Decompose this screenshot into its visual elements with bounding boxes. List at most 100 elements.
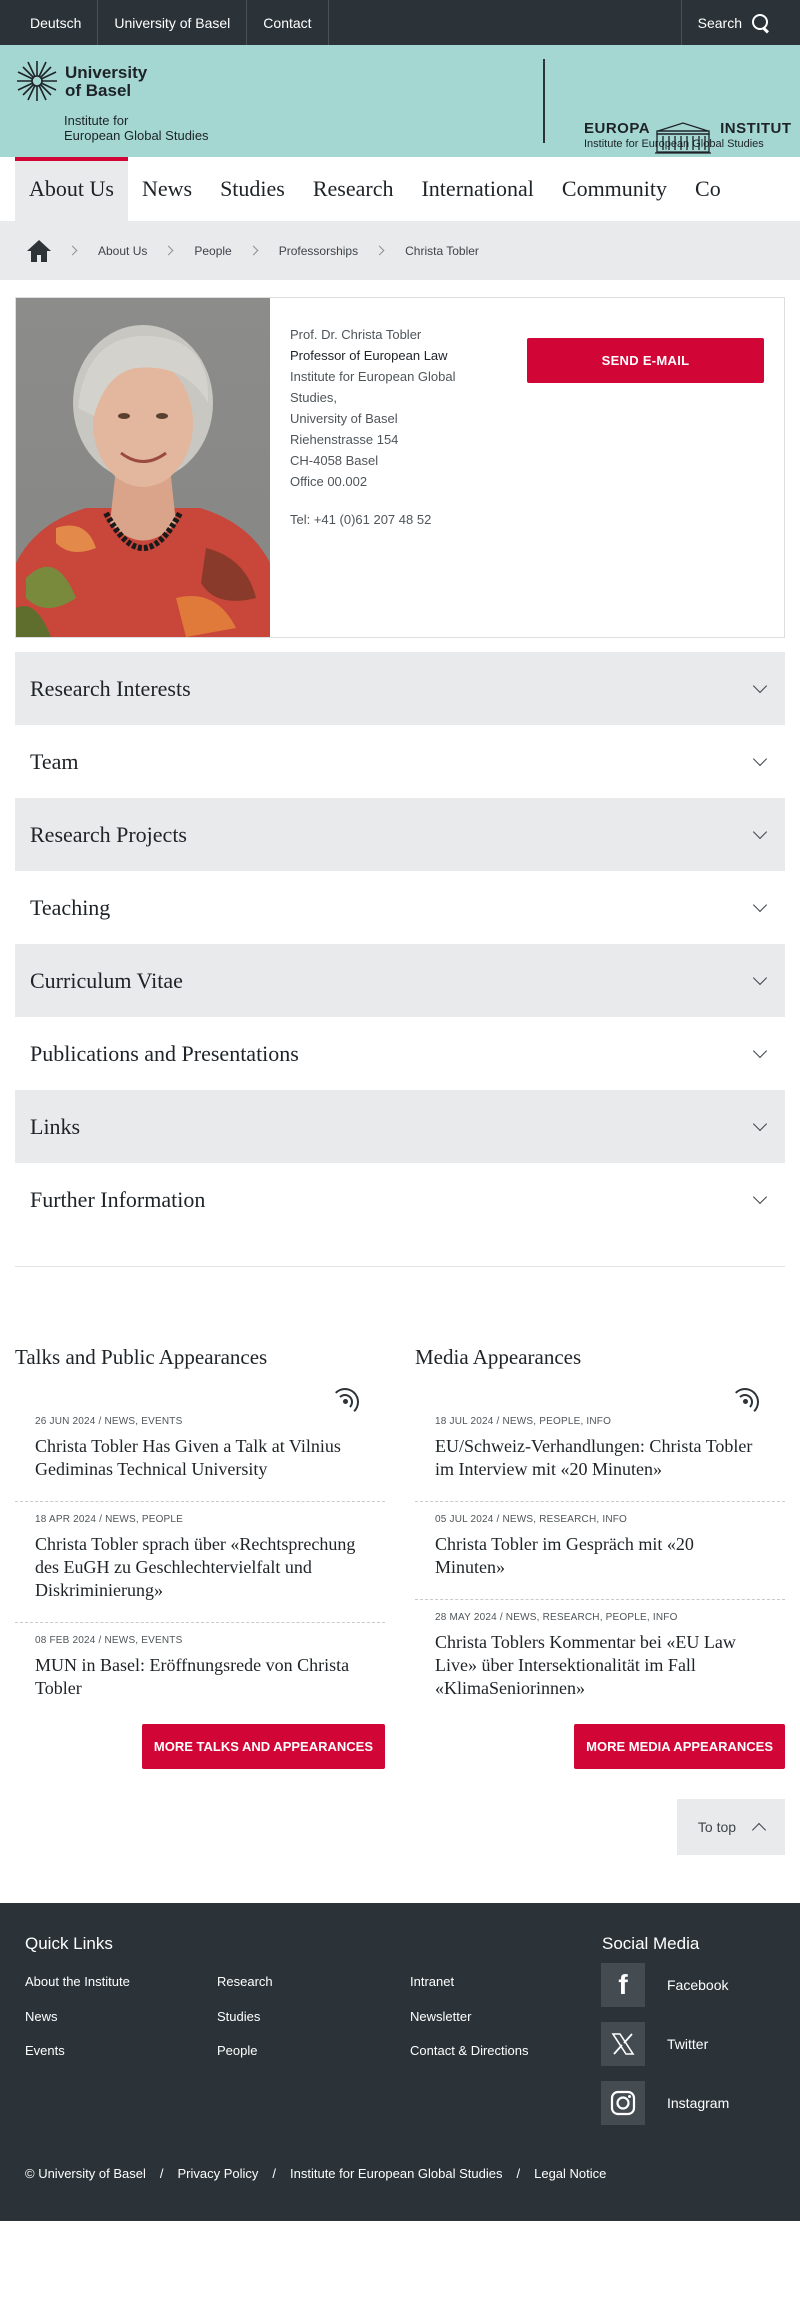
institute-line-2: Studies,: [290, 390, 337, 405]
item-title[interactable]: Christa Tobler im Gespräch mit «20 Minut…: [435, 1533, 765, 1579]
privacy-policy-link[interactable]: Privacy Policy: [177, 2166, 258, 2181]
nav-about-us[interactable]: About Us: [15, 157, 128, 221]
more-media-button[interactable]: MORE MEDIA APPEARANCES: [574, 1724, 785, 1769]
institute-name: Institute for European Global Studies: [64, 113, 209, 143]
search-icon: [752, 13, 770, 32]
institute-link[interactable]: Institute for European Global Studies: [290, 2166, 502, 2181]
chevron-down-icon: [752, 678, 768, 693]
list-item[interactable]: 05 JUL 2024 / NEWS, RESEARCH, INFO Chris…: [415, 1502, 785, 1600]
legal-separator: /: [516, 2166, 521, 2181]
nav-international[interactable]: International: [407, 157, 547, 221]
chevron-right-icon: [374, 245, 385, 256]
send-email-button[interactable]: SEND E-MAIL: [527, 338, 764, 383]
item-meta: 26 JUN 2024 / NEWS, EVENTS: [35, 1416, 183, 1427]
accordion-curriculum-vitae[interactable]: Curriculum Vitae: [15, 944, 785, 1017]
breadcrumb-about-us[interactable]: About Us: [98, 244, 147, 258]
footer-link-about-institute[interactable]: About the Institute: [25, 1974, 130, 1989]
institute-name-line1: Institute for: [64, 113, 129, 128]
social-facebook[interactable]: f Facebook: [601, 1963, 728, 2007]
home-icon[interactable]: [27, 239, 51, 262]
europa-subtitle: Institute for European Global Studies: [584, 138, 764, 150]
footer-link-news[interactable]: News: [25, 2009, 58, 2024]
nav-research[interactable]: Research: [299, 157, 408, 221]
social-label: Facebook: [667, 1977, 729, 1993]
item-title[interactable]: EU/Schweiz-Verhandlungen: Christa Tobler…: [435, 1435, 765, 1481]
accordion-label: Research Projects: [30, 821, 187, 847]
search-label: Search: [697, 14, 742, 31]
quick-links-heading: Quick Links: [25, 1934, 113, 1953]
europa-institut-logo[interactable]: EUROPA INSTITUT Institute for European G…: [584, 120, 792, 150]
accordion-label: Further Information: [30, 1186, 206, 1212]
office-number: Office 00.002: [290, 474, 368, 489]
to-top-button[interactable]: To top: [677, 1799, 785, 1855]
item-meta: 18 APR 2024 / NEWS, PEOPLE: [35, 1514, 184, 1525]
university-logo[interactable]: University of Basel: [15, 59, 147, 103]
breadcrumb-professorships[interactable]: Professorships: [279, 244, 358, 258]
accordion-label: Teaching: [30, 894, 111, 920]
item-title[interactable]: Christa Tobler Has Given a Talk at Vilni…: [35, 1435, 365, 1481]
chevron-right-icon: [248, 245, 259, 256]
europa-word: EUROPA: [584, 120, 651, 137]
footer-link-events[interactable]: Events: [25, 2043, 65, 2058]
list-item[interactable]: 26 JUN 2024 / NEWS, EVENTS Christa Toble…: [15, 1404, 385, 1502]
more-talks-button[interactable]: MORE TALKS AND APPEARANCES: [141, 1724, 385, 1769]
accordion-teaching[interactable]: Teaching: [15, 871, 785, 944]
university-link[interactable]: University of Basel: [98, 0, 248, 45]
copyright-text: © University of Basel: [25, 2166, 146, 2181]
list-item[interactable]: 28 MAY 2024 / NEWS, RESEARCH, PEOPLE, IN…: [415, 1600, 785, 1720]
breadcrumb-current: Christa Tobler: [405, 243, 479, 258]
breadcrumb-people[interactable]: People: [194, 244, 231, 258]
site-header: University of Basel Institute for Europe…: [0, 45, 800, 157]
social-instagram[interactable]: Instagram: [601, 2081, 729, 2125]
accordion-team[interactable]: Team: [15, 725, 785, 798]
accordion-publications[interactable]: Publications and Presentations: [15, 1017, 785, 1090]
list-item[interactable]: 18 APR 2024 / NEWS, PEOPLE Christa Toble…: [15, 1502, 385, 1623]
city-address: CH-4058 Basel: [290, 453, 379, 468]
legal-notice-link[interactable]: Legal Notice: [534, 2166, 606, 2181]
site-footer: Quick Links About the Institute News Eve…: [0, 1903, 800, 2221]
item-title[interactable]: Christa Toblers Kommentar bei «EU Law Li…: [435, 1631, 765, 1700]
profile-card: Prof. Dr. Christa Tobler Professor of Eu…: [15, 297, 785, 638]
list-item[interactable]: 08 FEB 2024 / NEWS, EVENTS MUN in Basel:…: [15, 1623, 385, 1720]
accordion-further-information[interactable]: Further Information: [15, 1163, 785, 1236]
contact-link[interactable]: Contact: [247, 0, 329, 45]
accordion-research-projects[interactable]: Research Projects: [15, 798, 785, 871]
social-media-heading: Social Media: [602, 1934, 700, 1953]
institute-line: Institute for European Global: [290, 369, 456, 384]
chevron-right-icon: [163, 245, 174, 256]
item-meta: 08 FEB 2024 / NEWS, EVENTS: [35, 1635, 183, 1646]
footer-link-newsletter[interactable]: Newsletter: [410, 2009, 471, 2024]
section-divider: [15, 1266, 785, 1267]
list-item[interactable]: 18 JUL 2024 / NEWS, PEOPLE, INFO EU/Schw…: [415, 1404, 785, 1502]
nav-studies[interactable]: Studies: [206, 157, 299, 221]
rss-feed-icon[interactable]: [331, 1386, 361, 1416]
accordion-label: Publications and Presentations: [30, 1040, 299, 1066]
social-twitter[interactable]: Twitter: [601, 2022, 708, 2066]
accordion-links[interactable]: Links: [15, 1090, 785, 1163]
accordion-label: Links: [30, 1113, 81, 1139]
chevron-down-icon: [752, 824, 768, 839]
footer-link-research[interactable]: Research: [217, 1974, 273, 1989]
footer-link-contact-directions[interactable]: Contact & Directions: [410, 2043, 529, 2058]
nav-news[interactable]: News: [128, 157, 206, 221]
search-button[interactable]: Search: [680, 0, 800, 45]
facebook-icon: f: [601, 1963, 645, 2007]
footer-link-intranet[interactable]: Intranet: [410, 1974, 454, 1989]
institute-name-line2: European Global Studies: [64, 128, 209, 143]
rss-feed-icon[interactable]: [731, 1386, 761, 1416]
item-title[interactable]: Christa Tobler sprach über «Rechtsprechu…: [35, 1533, 365, 1602]
accordion-label: Research Interests: [30, 675, 191, 701]
nav-community[interactable]: Community: [548, 157, 681, 221]
telephone-number[interactable]: Tel: +41 (0)61 207 48 52: [290, 509, 510, 530]
media-column: Media Appearances 18 JUL 2024 / NEWS, PE…: [415, 1345, 785, 1769]
language-link-deutsch[interactable]: Deutsch: [0, 0, 99, 45]
item-title[interactable]: MUN in Basel: Eröffnungsrede von Christa…: [35, 1654, 365, 1700]
footer-link-studies[interactable]: Studies: [217, 2009, 260, 2024]
profile-accordion: Research Interests Team Research Project…: [15, 652, 785, 1236]
footer-link-people[interactable]: People: [217, 2043, 257, 2058]
accordion-research-interests[interactable]: Research Interests: [15, 652, 785, 725]
chevron-down-icon: [752, 1043, 768, 1058]
nav-contact-truncated[interactable]: Co: [681, 157, 735, 221]
legal-separator: /: [159, 2166, 164, 2181]
top-bar: Deutsch University of Basel Contact Sear…: [0, 0, 800, 45]
